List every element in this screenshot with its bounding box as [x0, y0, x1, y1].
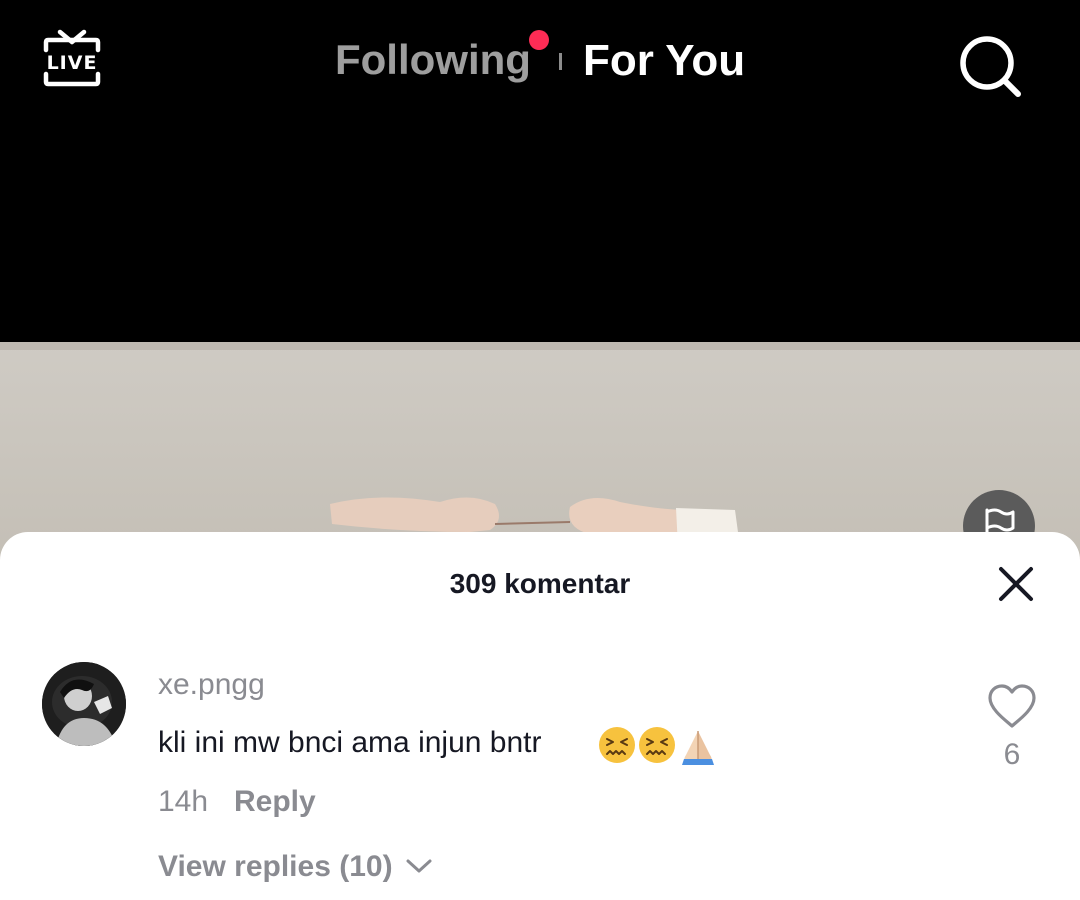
- video-frame: [0, 342, 1080, 560]
- avatar[interactable]: [42, 662, 126, 746]
- tab-divider: [559, 53, 562, 70]
- confounded-face-icon: [639, 727, 675, 763]
- tab-following[interactable]: Following: [335, 36, 531, 84]
- like-count: 6: [1003, 738, 1021, 771]
- comments-count-title: 309 komentar: [449, 568, 631, 599]
- comment-username[interactable]: xe.pngg: [158, 668, 265, 702]
- comment-item: xe.pngg kli ini mw bnci ama injun bntr 1…: [0, 662, 1080, 900]
- close-button[interactable]: [996, 564, 1036, 604]
- close-icon: [999, 567, 1033, 601]
- comments-sheet: 309 komentar xe.pngg kli ini mw bnci ama…: [0, 532, 1080, 900]
- avatar-image: [42, 662, 126, 746]
- folded-hands-icon: [682, 731, 714, 765]
- view-replies-label: View replies (10): [158, 850, 393, 883]
- reply-button[interactable]: Reply: [234, 785, 316, 819]
- comment-timestamp: 14h: [158, 785, 209, 818]
- view-replies-button[interactable]: View replies (10): [158, 850, 433, 884]
- heart-icon: [988, 684, 1036, 728]
- video-still-image: [0, 342, 1080, 560]
- notification-dot: [529, 30, 549, 50]
- video-player[interactable]: [0, 120, 1080, 560]
- like-button[interactable]: [986, 682, 1038, 730]
- chevron-down-icon: [406, 859, 432, 873]
- top-bar: LIVE Following For You: [0, 0, 1080, 120]
- comment-emojis: [598, 725, 722, 765]
- feed-tabs: Following For You: [0, 30, 1080, 90]
- comment-text: kli ini mw bnci ama injun bntr: [158, 726, 542, 759]
- search-button[interactable]: [958, 34, 1024, 100]
- search-icon: [960, 36, 1021, 97]
- tab-for-you[interactable]: For You: [583, 36, 745, 86]
- confounded-face-icon: [599, 727, 635, 763]
